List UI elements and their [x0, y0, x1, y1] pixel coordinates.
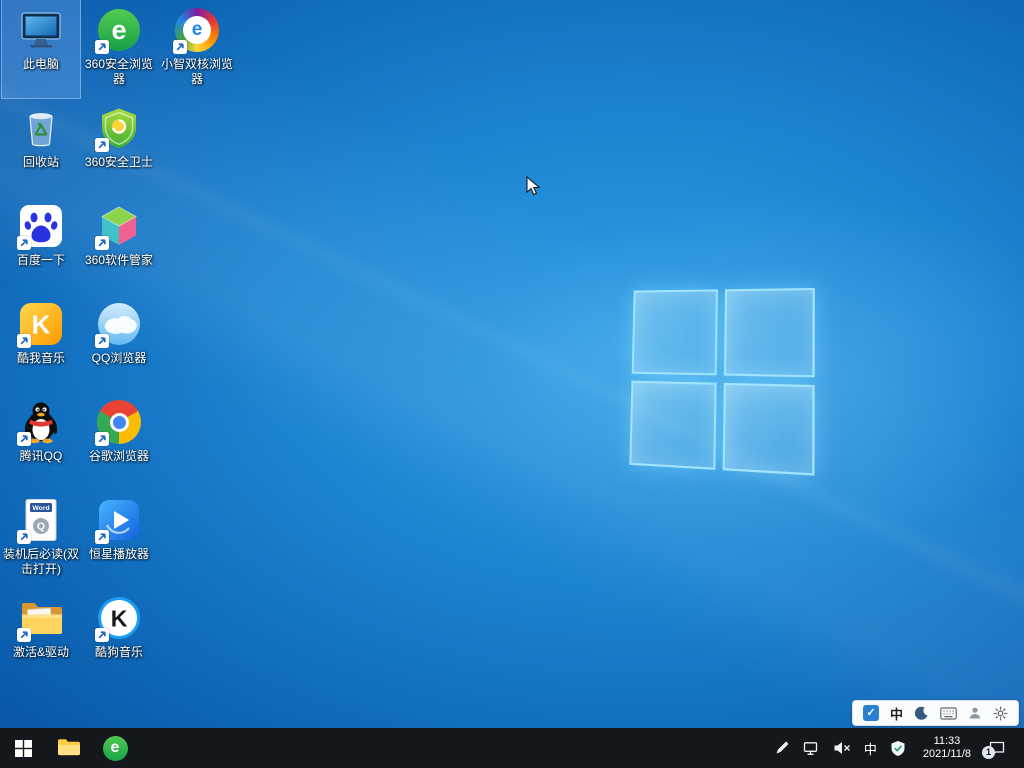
desktop-icon-label: 酷我音乐 — [17, 351, 65, 366]
desktop-icon-label: 恒星播放器 — [89, 547, 149, 562]
shortcut-arrow-overlay — [173, 40, 187, 54]
taskbar-clock[interactable]: 11:33 2021/11/8 — [919, 735, 975, 762]
desktop-icon-baidu[interactable]: 百度一下 — [2, 196, 80, 294]
ime-language-indicator[interactable]: 中 — [890, 704, 903, 723]
qq-browser-icon — [95, 300, 143, 348]
desktop-icon-360-browser[interactable]: e 360安全浏览器 — [80, 0, 158, 98]
desktop-icon-this-pc[interactable]: 此电脑 — [2, 0, 80, 98]
file-explorer-button[interactable] — [46, 728, 92, 768]
desktop-icon-label: 360安全卫士 — [85, 155, 153, 170]
desktop-icon-chrome[interactable]: 谷歌浏览器 — [80, 392, 158, 490]
shortcut-arrow-overlay — [17, 236, 31, 250]
desktop-icon-label: 小智双核浏览器 — [159, 57, 235, 87]
folder-icon — [17, 594, 65, 642]
shortcut-arrow-overlay — [95, 138, 109, 152]
desktop-icon-grid: 此电脑 回收站 百度一下 K 酷我音乐 腾讯QQ Word Q 装机后必读(双击… — [2, 0, 236, 686]
svg-text:K: K — [111, 606, 128, 632]
desktop-icon-kugou-music[interactable]: K 酷狗音乐 — [80, 588, 158, 686]
security-shield-check-icon[interactable] — [890, 740, 906, 757]
desktop-icon-label: 谷歌浏览器 — [89, 449, 149, 464]
tencent-qq-icon — [17, 398, 65, 446]
this-pc-icon — [17, 6, 65, 54]
start-button[interactable] — [0, 728, 46, 768]
notification-count-badge: 1 — [982, 746, 995, 759]
soft-keyboard-icon[interactable] — [940, 707, 957, 720]
desktop-icon-360-safety[interactable]: 360安全卫士 — [80, 98, 158, 196]
desktop-icon-tencent-qq[interactable]: 腾讯QQ — [2, 392, 80, 490]
windows-logo-pane — [722, 382, 815, 475]
desktop-icon-activation-drivers[interactable]: 激活&驱动 — [2, 588, 80, 686]
shortcut-arrow-overlay — [95, 334, 109, 348]
desktop-icon-label: 酷狗音乐 — [95, 645, 143, 660]
folder-explorer-icon — [57, 738, 81, 758]
windows-logo-pane — [629, 380, 716, 470]
desktop-icon-kuwo-music[interactable]: K 酷我音乐 — [2, 294, 80, 392]
shortcut-arrow-overlay — [17, 432, 31, 446]
word-document-icon: Word Q — [17, 496, 65, 544]
system-tray: 中 11:33 2021/11/8 1 — [774, 728, 1024, 768]
desktop-icon-xiaozhi-browser[interactable]: e 小智双核浏览器 — [158, 0, 236, 98]
360-safety-shield-icon — [95, 104, 143, 152]
360-browser-taskbar-button[interactable]: e — [92, 728, 138, 768]
shortcut-arrow-overlay — [95, 432, 109, 446]
taskbar: e 中 11:33 2021/11/8 1 — [0, 728, 1024, 768]
shortcut-arrow-overlay — [17, 334, 31, 348]
clock-date: 2021/11/8 — [923, 748, 971, 762]
software-box-icon — [95, 202, 143, 250]
chrome-white-ring — [110, 413, 129, 432]
svg-text:Q: Q — [37, 521, 45, 533]
windows-ink-pen-icon[interactable] — [774, 740, 790, 756]
windows-start-icon — [15, 740, 32, 757]
svg-text:Word: Word — [32, 505, 49, 512]
desktop-icon-label: 装机后必读(双击打开) — [3, 547, 79, 577]
night-mode-moon-icon[interactable] — [914, 706, 929, 721]
desktop-icon-recycle-bin[interactable]: 回收站 — [2, 98, 80, 196]
svg-text:K: K — [32, 310, 51, 340]
ime-active-check-icon[interactable]: ✓ — [863, 705, 879, 721]
windows-desktop: 此电脑 回收站 百度一下 K 酷我音乐 腾讯QQ Word Q 装机后必读(双击… — [0, 0, 1024, 768]
chrome-blue-core — [113, 416, 126, 429]
360-browser-e-icon: e — [103, 736, 128, 761]
shortcut-arrow-overlay — [95, 530, 109, 544]
desktop-icon-label: QQ浏览器 — [92, 351, 147, 366]
action-center-button[interactable]: 1 — [988, 740, 1012, 757]
shortcut-arrow-overlay — [95, 236, 109, 250]
xiaozhi-browser-icon: e — [173, 6, 221, 54]
360-browser-icon: e — [95, 6, 143, 54]
network-ethernet-icon[interactable] — [803, 741, 820, 756]
media-player-icon — [95, 496, 143, 544]
ime-toolbar: ✓ 中 — [852, 700, 1019, 726]
ime-settings-gear-icon[interactable] — [993, 706, 1008, 721]
kugou-music-icon: K — [95, 594, 143, 642]
desktop-icon-label: 百度一下 — [17, 253, 65, 268]
desktop-icon-star-player[interactable]: 恒星播放器 — [80, 490, 158, 588]
desktop-icon-label: 此电脑 — [23, 57, 59, 72]
desktop-icon-readme-doc[interactable]: Word Q 装机后必读(双击打开) — [2, 490, 80, 588]
desktop-icon-label: 腾讯QQ — [20, 449, 63, 464]
recycle-bin-icon — [17, 104, 65, 152]
kuwo-music-icon: K — [17, 300, 65, 348]
clock-time: 11:33 — [934, 735, 961, 749]
shortcut-arrow-overlay — [95, 40, 109, 54]
desktop-icon-label: 360安全浏览器 — [81, 57, 157, 87]
shortcut-arrow-overlay — [17, 530, 31, 544]
svg-text:e: e — [111, 15, 126, 45]
user-account-icon[interactable] — [968, 706, 982, 720]
desktop-icon-label: 回收站 — [23, 155, 59, 170]
xiaozhi-e-core: e — [183, 16, 211, 44]
desktop-icon-qq-browser[interactable]: QQ浏览器 — [80, 294, 158, 392]
shortcut-arrow-overlay — [17, 628, 31, 642]
desktop-icon-360-software-manager[interactable]: 360软件管家 — [80, 196, 158, 294]
desktop-icon-label: 激活&驱动 — [13, 645, 69, 660]
ime-mode-indicator[interactable]: 中 — [864, 739, 877, 758]
windows-logo-pane — [723, 288, 814, 377]
baidu-icon — [17, 202, 65, 250]
windows-logo-pane — [632, 289, 718, 375]
chrome-icon — [95, 398, 143, 446]
windows-logo-wallpaper — [629, 288, 814, 476]
volume-muted-icon[interactable] — [833, 740, 851, 756]
desktop-icon-label: 360软件管家 — [85, 253, 153, 268]
shortcut-arrow-overlay — [95, 628, 109, 642]
